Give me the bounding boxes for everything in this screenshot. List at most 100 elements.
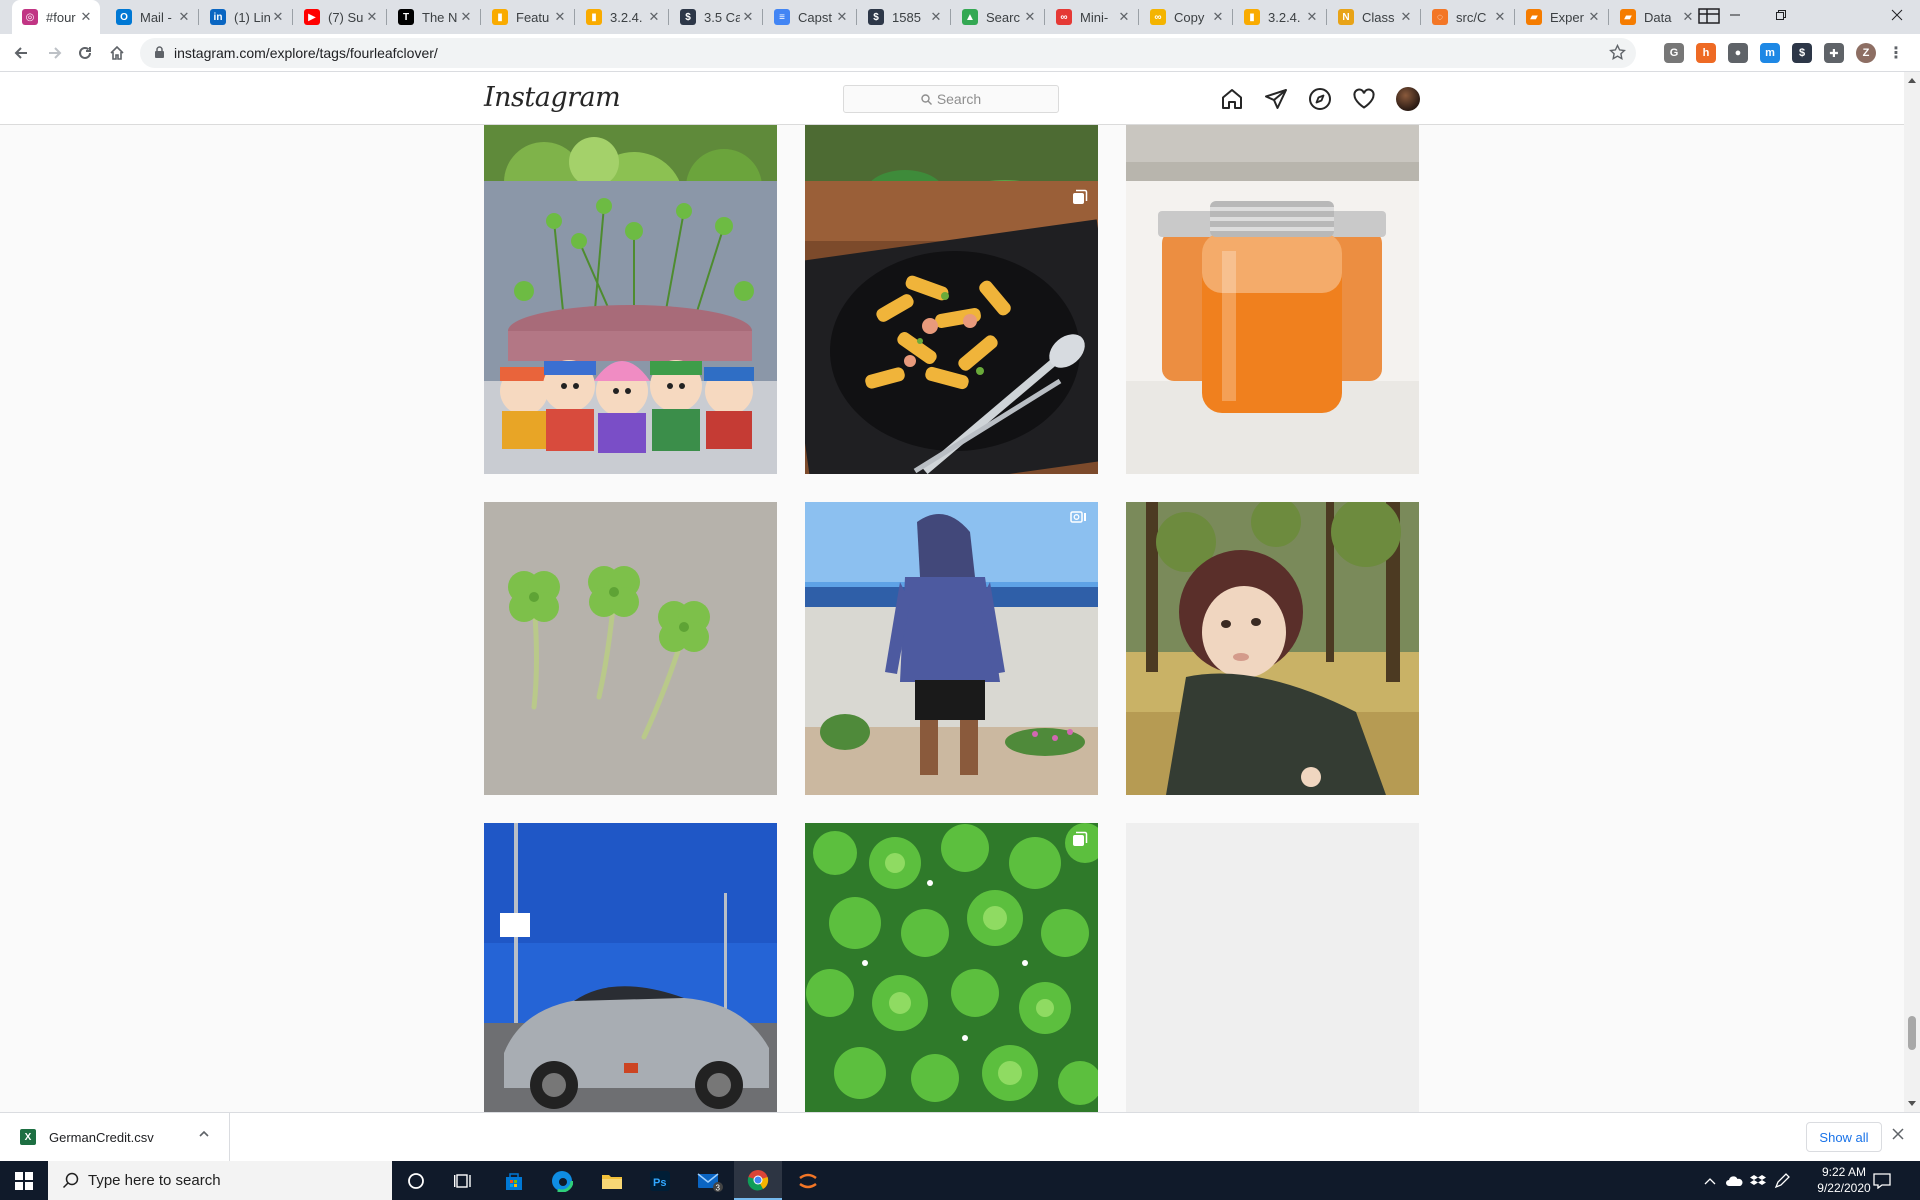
post-thumbnail-clover-patch[interactable] <box>805 823 1098 1112</box>
browser-tab[interactable]: T The N ✕ <box>388 0 480 34</box>
url-text[interactable]: instagram.com/explore/tags/fourleafclove… <box>174 45 438 61</box>
jupyter-icon[interactable] <box>784 1161 832 1200</box>
mail-badge: 3 <box>716 1183 721 1192</box>
windows-start-icon[interactable] <box>0 1161 48 1200</box>
home-nav-icon[interactable] <box>1219 86 1245 112</box>
tab-favicon-icon: ▲ <box>962 9 978 25</box>
post-thumbnail-three-clovers[interactable] <box>484 502 777 795</box>
post-thumbnail-hooded-boy[interactable] <box>805 502 1098 795</box>
browser-tab[interactable]: ▮ 3.2.4. ✕ <box>576 0 668 34</box>
grammarly-icon[interactable]: G <box>1664 43 1684 63</box>
post-thumbnail-honey-jars[interactable] <box>1126 181 1419 474</box>
chrome-taskbar-icon[interactable] <box>734 1161 782 1200</box>
profile-avatar[interactable]: Z <box>1856 43 1876 63</box>
cortana-icon[interactable] <box>392 1161 440 1200</box>
reload-icon[interactable] <box>70 38 100 68</box>
browser-tab[interactable]: ▶ (7) Su ✕ <box>294 0 386 34</box>
dollar-ext-icon[interactable]: $ <box>1792 43 1812 63</box>
browser-tab[interactable]: $1585 ✕ <box>858 0 950 34</box>
instagram-search-input[interactable]: Search <box>843 85 1059 113</box>
tab-close-icon[interactable]: ✕ <box>1586 9 1602 25</box>
browser-tab[interactable]: ▮ 3.2.4. ✕ <box>1234 0 1326 34</box>
tab-separator <box>574 9 575 25</box>
taskbar-search-box[interactable]: Type here to search <box>48 1161 392 1200</box>
puzzle-icon[interactable]: ✚ <box>1824 43 1844 63</box>
browser-tab[interactable]: N Class ✕ <box>1328 0 1420 34</box>
m-ext-icon[interactable]: m <box>1760 43 1780 63</box>
bookmark-star-icon[interactable] <box>1609 43 1626 66</box>
tab-close-icon[interactable]: ✕ <box>1022 9 1038 25</box>
lock-icon[interactable] <box>154 46 165 64</box>
browser-tab[interactable]: ◎ #four ✕ <box>12 0 100 34</box>
tab-close-icon[interactable]: ✕ <box>1304 9 1320 25</box>
tab-close-icon[interactable]: ✕ <box>364 9 380 25</box>
honey-icon[interactable]: h <box>1696 43 1716 63</box>
tab-close-icon[interactable]: ✕ <box>458 9 474 25</box>
tab-close-icon[interactable]: ✕ <box>1492 9 1508 25</box>
post-thumbnail-silver-sports-car[interactable] <box>484 823 777 1112</box>
browser-tab[interactable]: O Mail - ✕ <box>106 0 198 34</box>
tab-close-icon[interactable]: ✕ <box>834 9 850 25</box>
tray-overflow-chevron-icon[interactable] <box>1698 1161 1722 1200</box>
tab-close-icon[interactable]: ✕ <box>740 9 756 25</box>
show-all-button[interactable]: Show all <box>1806 1122 1882 1152</box>
scroll-up-arrow-icon[interactable] <box>1908 78 1916 83</box>
task-view-icon[interactable] <box>440 1161 488 1200</box>
browser-tab[interactable]: ∞ Copy ✕ <box>1140 0 1232 34</box>
post-thumbnail-south-park-figures[interactable] <box>484 181 777 474</box>
video-icon <box>1070 510 1088 529</box>
tab-title: 3.5 Ca <box>704 9 740 25</box>
pen-ink-icon[interactable] <box>1770 1161 1794 1200</box>
direct-message-icon[interactable] <box>1263 86 1289 112</box>
restore-icon[interactable] <box>1758 0 1804 30</box>
tab-close-icon[interactable]: ✕ <box>270 9 286 25</box>
address-bar[interactable]: instagram.com/explore/tags/fourleafclove… <box>140 38 1636 68</box>
chevron-up-icon[interactable] <box>198 1127 210 1145</box>
browser-tab[interactable]: ▮ Featu ✕ <box>482 0 574 34</box>
browser-tab[interactable]: in (1) Lin ✕ <box>200 0 292 34</box>
chrome-menu-icon[interactable]: ⋮ <box>1886 43 1906 63</box>
back-icon[interactable] <box>6 38 36 68</box>
tab-close-icon[interactable]: ✕ <box>928 9 944 25</box>
close-download-bar-icon[interactable] <box>1892 1127 1904 1145</box>
browser-tab[interactable]: ∞ Mini- ✕ <box>1046 0 1138 34</box>
photoshop-icon[interactable]: Ps <box>636 1161 684 1200</box>
download-item[interactable]: X GermanCredit.csv <box>0 1113 230 1162</box>
dropbox-icon[interactable] <box>1746 1161 1770 1200</box>
scroll-down-arrow-icon[interactable] <box>1908 1101 1916 1106</box>
browser-tab[interactable]: ≡ Capst ✕ <box>764 0 856 34</box>
scrollbar-thumb[interactable] <box>1908 1016 1916 1050</box>
tab-search-icon[interactable] <box>1696 2 1722 32</box>
tab-close-icon[interactable]: ✕ <box>552 9 568 25</box>
tab-close-icon[interactable]: ✕ <box>1116 9 1132 25</box>
notification-center-icon[interactable] <box>1862 1161 1902 1200</box>
tab-close-icon[interactable]: ✕ <box>1680 9 1696 25</box>
activity-heart-icon[interactable] <box>1351 86 1377 112</box>
tab-close-icon[interactable]: ✕ <box>176 9 192 25</box>
forward-icon[interactable] <box>40 38 70 68</box>
post-thumbnail-baby-bonnet[interactable] <box>1126 502 1419 795</box>
microsoft-store-icon[interactable] <box>490 1161 538 1200</box>
tab-close-icon[interactable]: ✕ <box>1398 9 1414 25</box>
tab-close-icon[interactable]: ✕ <box>1210 9 1226 25</box>
instagram-profile-avatar[interactable] <box>1396 87 1420 111</box>
file-explorer-icon[interactable] <box>588 1161 636 1200</box>
explore-compass-icon[interactable] <box>1307 86 1333 112</box>
browser-tab[interactable]: ▰ Data ✕ <box>1610 0 1702 34</box>
onedrive-cloud-icon[interactable] <box>1722 1161 1746 1200</box>
browser-tab[interactable]: ▰ Exper ✕ <box>1516 0 1608 34</box>
edge-browser-icon[interactable] <box>538 1161 586 1200</box>
browser-tab[interactable]: $3.5 Ca ✕ <box>670 0 762 34</box>
tab-close-icon[interactable]: ✕ <box>646 9 662 25</box>
mail-icon[interactable]: 3 <box>686 1161 734 1200</box>
download-file-name[interactable]: GermanCredit.csv <box>49 1130 154 1145</box>
browser-tab[interactable]: ▲ Searc ✕ <box>952 0 1044 34</box>
browser-tab[interactable]: ◌ src/C ✕ <box>1422 0 1514 34</box>
circle-ext-icon[interactable]: ● <box>1728 43 1748 63</box>
page-scrollbar[interactable] <box>1904 72 1920 1112</box>
tab-close-icon[interactable]: ✕ <box>78 9 94 25</box>
post-thumbnail-pasta-plate[interactable] <box>805 181 1098 474</box>
window-close-icon[interactable] <box>1874 0 1920 30</box>
instagram-logo[interactable]: Instagram <box>484 82 621 113</box>
home-icon[interactable] <box>102 38 132 68</box>
